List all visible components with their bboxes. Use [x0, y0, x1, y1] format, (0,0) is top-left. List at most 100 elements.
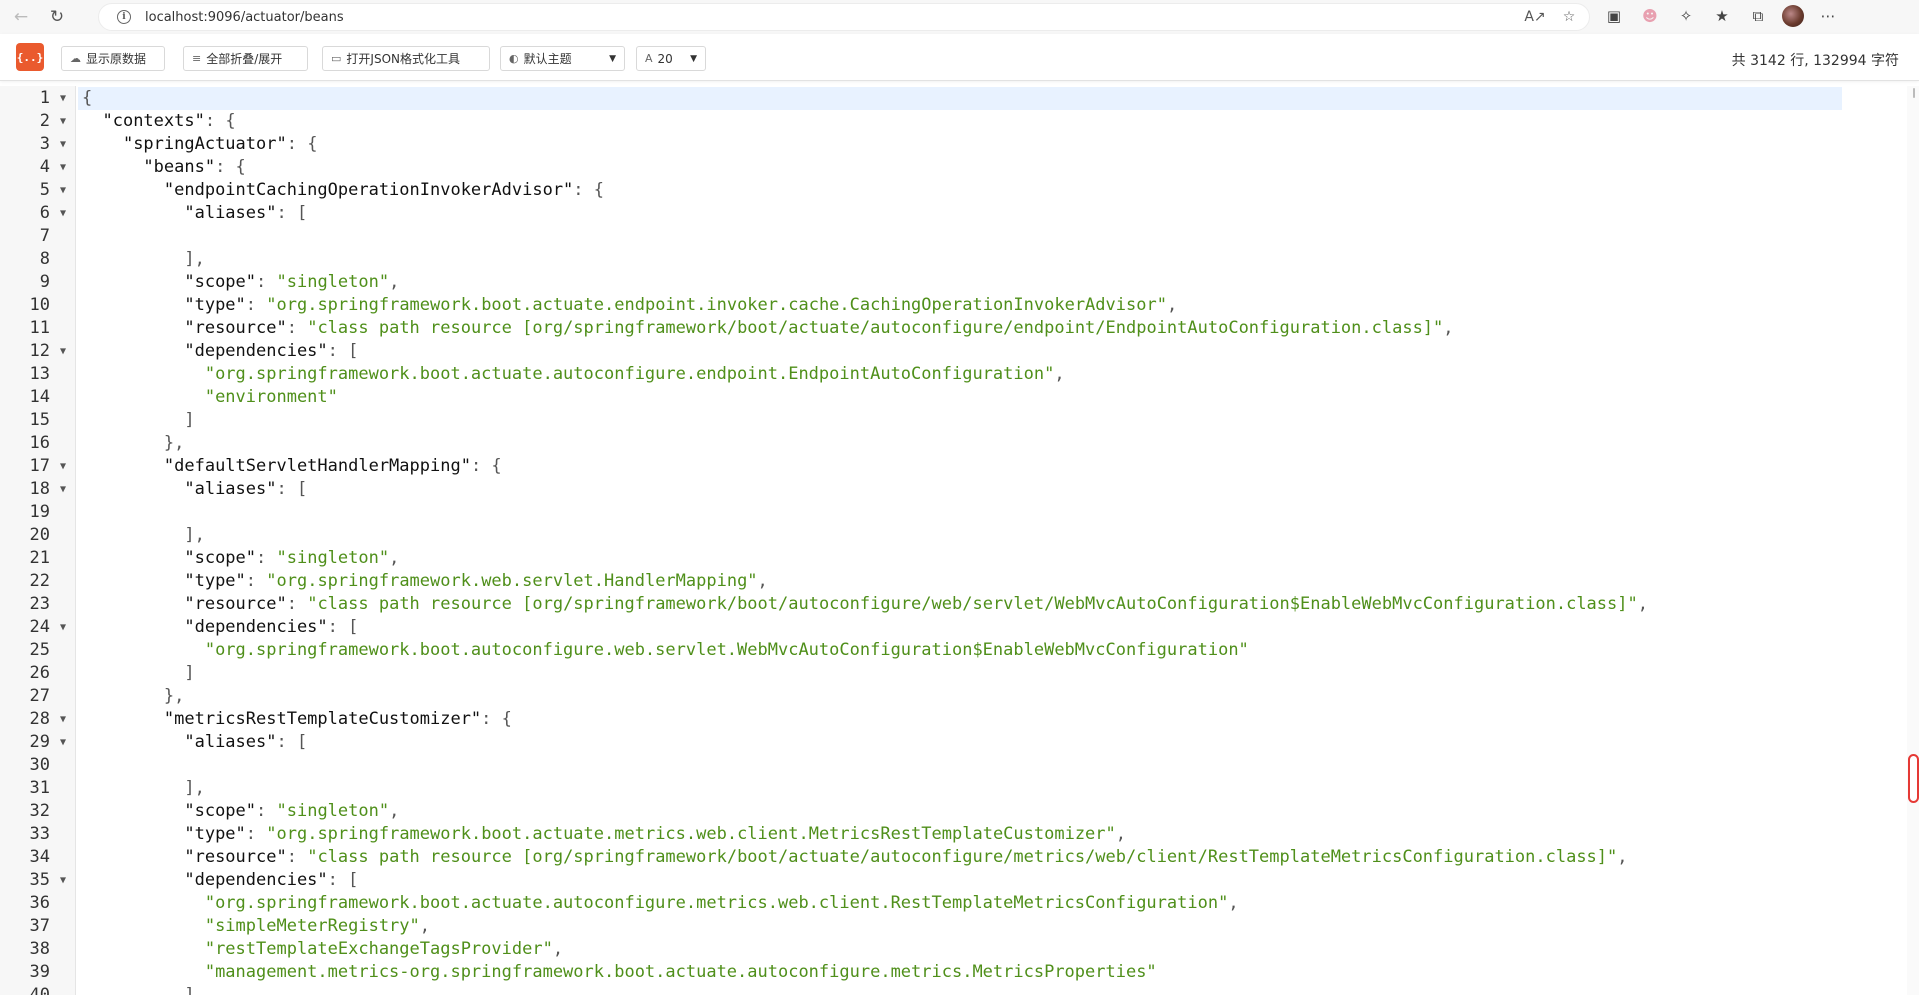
json-punct: , — [1443, 318, 1454, 338]
fold-toggle-icon[interactable]: ▼ — [57, 133, 69, 156]
json-string: "org.springframework.web.servlet.Handler… — [266, 571, 758, 591]
back-arrow-icon[interactable]: ← — [6, 2, 36, 32]
code-text: "management.metrics-org.springframework.… — [78, 961, 1842, 984]
code-line[interactable]: 17 ▼ "defaultServletHandlerMapping": { — [0, 455, 1919, 478]
browser-toolbar: ← ↻ i localhost:9096/actuator/beans A↗ ☆… — [0, 0, 1919, 34]
address-bar[interactable]: i localhost:9096/actuator/beans A↗ ☆ — [98, 3, 1590, 31]
extensions-puzzle-icon[interactable]: ✧ — [1674, 2, 1698, 30]
code-line[interactable]: 19 — [0, 501, 1919, 524]
profile-avatar[interactable] — [1782, 5, 1804, 27]
line-number: 17 — [29, 456, 50, 476]
toggle-all-button[interactable]: ≡ 全部折叠/展开 — [183, 46, 308, 71]
reload-icon[interactable]: ↻ — [42, 2, 72, 32]
code-line[interactable]: 6 ▼ "aliases": [ — [0, 202, 1919, 225]
code-line[interactable]: 10 "type": "org.springframework.boot.act… — [0, 294, 1919, 317]
add-favorite-icon[interactable]: ☆ — [1559, 7, 1579, 27]
json-punct — [82, 180, 164, 200]
code-line[interactable]: 16 }, — [0, 432, 1919, 455]
code-line[interactable]: 12 ▼ "dependencies": [ — [0, 340, 1919, 363]
code-line[interactable]: 26 ] — [0, 662, 1919, 685]
code-line[interactable]: 32 "scope": "singleton", — [0, 800, 1919, 823]
fold-toggle-icon[interactable]: ▼ — [57, 156, 69, 179]
json-key: "resource" — [184, 847, 287, 867]
code-line[interactable]: 31 ], — [0, 777, 1919, 800]
read-aloud-icon[interactable]: A↗ — [1524, 7, 1545, 27]
code-line[interactable]: 11 "resource": "class path resource [org… — [0, 317, 1919, 340]
code-text: "beans": { — [78, 156, 1842, 179]
fold-toggle-icon[interactable]: ▼ — [57, 110, 69, 133]
code-line[interactable]: 23 "resource": "class path resource [org… — [0, 593, 1919, 616]
open-json-tool-button[interactable]: ▭ 打开JSON格式化工具 — [322, 46, 490, 71]
fold-toggle-icon[interactable]: ▼ — [57, 869, 69, 892]
json-punct — [82, 571, 184, 591]
code-line[interactable]: 2 ▼ "contexts": { — [0, 110, 1919, 133]
code-text: ] — [78, 984, 1842, 995]
code-line[interactable]: 7 — [0, 225, 1919, 248]
more-menu-icon[interactable]: ⋯ — [1816, 2, 1840, 30]
font-size-select[interactable]: A 20 ▼ — [636, 46, 706, 71]
json-punct — [82, 916, 205, 936]
show-raw-button[interactable]: ☁ 显示原数据 — [61, 46, 165, 71]
code-line[interactable]: 29 ▼ "aliases": [ — [0, 731, 1919, 754]
url-text[interactable]: localhost:9096/actuator/beans — [145, 10, 344, 25]
favorites-icon[interactable]: ★ — [1710, 2, 1734, 30]
json-key: "defaultServletHandlerMapping" — [163, 456, 471, 476]
collections-icon[interactable]: ⧉ — [1746, 2, 1770, 30]
json-key: "dependencies" — [184, 617, 328, 637]
json-editor[interactable]: 1 ▼{2 ▼ "contexts": {3 ▼ "springActuator": … — [0, 86, 1919, 995]
code-line[interactable]: 37 "simpleMeterRegistry", — [0, 915, 1919, 938]
line-number: 29 — [29, 732, 50, 752]
site-info-icon[interactable]: i — [117, 10, 131, 24]
line-number: 8 — [39, 249, 50, 269]
scroll-thumb[interactable] — [1908, 754, 1919, 803]
extension-icon[interactable]: ▣ — [1602, 2, 1626, 30]
code-line[interactable]: 36 "org.springframework.boot.actuate.aut… — [0, 892, 1919, 915]
fold-toggle-icon[interactable]: ▼ — [57, 455, 69, 478]
vertical-scrollbar[interactable] — [1907, 86, 1919, 995]
code-text: "environment" — [78, 386, 1842, 409]
code-line[interactable]: 38 "restTemplateExchangeTagsProvider", — [0, 938, 1919, 961]
fold-toggle-icon[interactable]: ▼ — [57, 87, 69, 110]
fold-toggle-icon[interactable]: ▼ — [57, 731, 69, 754]
code-line[interactable]: 1 ▼ { — [0, 87, 1919, 110]
json-string: "environment" — [204, 387, 338, 407]
code-line[interactable]: 27 }, — [0, 685, 1919, 708]
json-key: "resource" — [184, 594, 287, 614]
code-line[interactable]: 5 ▼ "endpointCachingOperationInvokerAdvis… — [0, 179, 1919, 202]
json-punct: , — [1054, 364, 1065, 384]
code-line[interactable]: 35 ▼ "dependencies": [ — [0, 869, 1919, 892]
json-string: "org.springframework.boot.actuate.autoco… — [204, 364, 1055, 384]
fold-toggle-icon[interactable]: ▼ — [57, 202, 69, 225]
code-line[interactable]: 14 "environment" — [0, 386, 1919, 409]
code-line[interactable]: 25 "org.springframework.boot.autoconfigu… — [0, 639, 1919, 662]
fold-toggle-icon[interactable]: ▼ — [57, 478, 69, 501]
code-line[interactable]: 15 ] — [0, 409, 1919, 432]
code-line[interactable]: 30 — [0, 754, 1919, 777]
code-text: "dependencies": [ — [78, 869, 1842, 892]
fold-toggle-icon[interactable]: ▼ — [57, 708, 69, 731]
code-line[interactable]: 21 "scope": "singleton", — [0, 547, 1919, 570]
code-line[interactable]: 9 "scope": "singleton", — [0, 271, 1919, 294]
code-line[interactable]: 4 ▼ "beans": { — [0, 156, 1919, 179]
json-string: "class path resource [org/springframewor… — [307, 318, 1444, 338]
line-number: 25 — [29, 640, 50, 660]
cat-extension-icon[interactable]: ☻ — [1638, 2, 1662, 30]
code-line[interactable]: 40 ] — [0, 984, 1919, 995]
fold-toggle-icon[interactable]: ▼ — [57, 179, 69, 202]
line-number: 19 — [29, 502, 50, 522]
theme-select[interactable]: ◐ 默认主题 ▼ — [500, 46, 625, 71]
code-line[interactable]: 20 ], — [0, 524, 1919, 547]
code-line[interactable]: 18 ▼ "aliases": [ — [0, 478, 1919, 501]
code-text: "resource": "class path resource [org/sp… — [78, 593, 1842, 616]
code-line[interactable]: 13 "org.springframework.boot.actuate.aut… — [0, 363, 1919, 386]
code-line[interactable]: 33 "type": "org.springframework.boot.act… — [0, 823, 1919, 846]
code-line[interactable]: 8 ], — [0, 248, 1919, 271]
code-line[interactable]: 39 "management.metrics-org.springframewo… — [0, 961, 1919, 984]
code-line[interactable]: 22 "type": "org.springframework.web.serv… — [0, 570, 1919, 593]
code-line[interactable]: 24 ▼ "dependencies": [ — [0, 616, 1919, 639]
code-line[interactable]: 34 "resource": "class path resource [org… — [0, 846, 1919, 869]
fold-toggle-icon[interactable]: ▼ — [57, 616, 69, 639]
code-line[interactable]: 28 ▼ "metricsRestTemplateCustomizer": { — [0, 708, 1919, 731]
code-line[interactable]: 3 ▼ "springActuator": { — [0, 133, 1919, 156]
fold-toggle-icon[interactable]: ▼ — [57, 340, 69, 363]
